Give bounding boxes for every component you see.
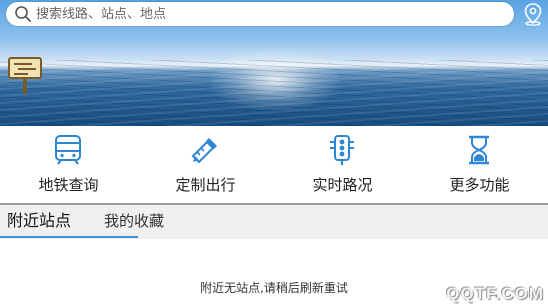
search-bar[interactable] [6, 2, 514, 26]
tab-my-favorites[interactable]: 我的收藏 [104, 205, 194, 239]
search-input[interactable] [36, 3, 496, 25]
quick-action-custom-trip[interactable]: 定制出行 [137, 126, 274, 203]
quick-action-label: 更多功能 [449, 176, 510, 194]
quick-action-metro[interactable]: 地铁查询 [0, 126, 137, 203]
banner-waves [0, 60, 548, 126]
location-pin-icon[interactable] [522, 2, 544, 26]
banner-image [0, 0, 548, 126]
quick-action-traffic[interactable]: 实时路况 [274, 126, 411, 203]
quick-action-more[interactable]: 更多功能 [411, 126, 548, 203]
traffic-light-icon [330, 135, 354, 165]
pencil-ruler-icon [191, 138, 217, 164]
signboard-icon[interactable] [8, 56, 42, 96]
quick-action-label: 地铁查询 [38, 176, 99, 194]
hourglass-icon [469, 135, 489, 165]
station-tabs: 附近站点 我的收藏 [0, 205, 548, 239]
quick-action-label: 实时路况 [312, 176, 373, 194]
quick-action-bar: 地铁查询 定制出行 实时路况 更多功能 [0, 126, 548, 203]
train-icon [55, 135, 81, 165]
tab-nearby-stations[interactable]: 附近站点 [0, 205, 80, 239]
search-icon [15, 6, 31, 22]
active-tab-indicator [0, 236, 138, 238]
quick-action-label: 定制出行 [175, 176, 236, 194]
watermark-text: QQTF.COM [446, 284, 544, 303]
